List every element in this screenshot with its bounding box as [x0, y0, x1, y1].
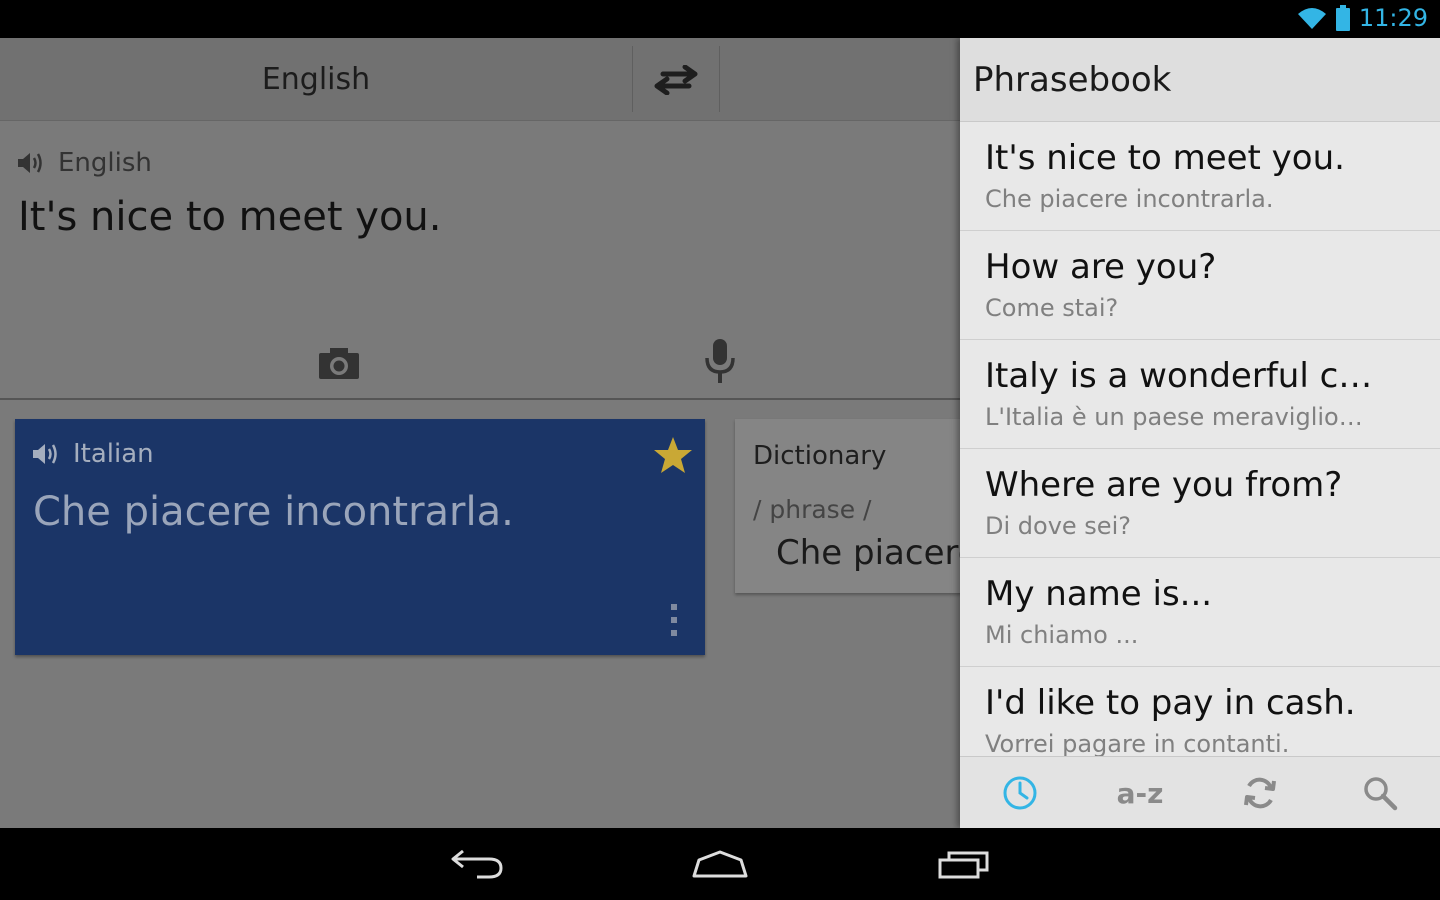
phrasebook-list[interactable]: It's nice to meet you. Che piacere incon… [960, 122, 1440, 756]
sort-alphabetical-button[interactable]: a-z [1080, 757, 1200, 828]
phrase-source: How are you? [985, 247, 1217, 287]
dictionary-title: Dictionary [753, 441, 887, 471]
phrasebook-item[interactable]: How are you? Come stai? [960, 231, 1440, 340]
input-language-label: English [58, 148, 152, 178]
search-icon [1364, 777, 1398, 811]
phrasebook-title: Phrasebook [973, 60, 1172, 100]
result-language-row: Italian [31, 439, 154, 469]
phrasebook-toolbar: a-z [960, 756, 1440, 828]
dictionary-entry: Che piacere incontrarla. [776, 533, 960, 573]
source-language-selector[interactable]: English [0, 38, 632, 121]
phrasebook-item[interactable]: Italy is a wonderful c… L'Italia è un pa… [960, 340, 1440, 449]
input-text[interactable]: It's nice to meet you. [18, 194, 441, 240]
phrasebook-item[interactable]: It's nice to meet you. Che piacere incon… [960, 122, 1440, 231]
status-bar: 11:29 [0, 0, 1440, 38]
navigation-bar [0, 828, 1440, 900]
speaker-icon[interactable] [16, 150, 44, 176]
home-icon [692, 850, 748, 878]
language-bar: English [0, 38, 960, 121]
more-options-button[interactable] [669, 603, 679, 637]
recent-apps-button[interactable] [924, 840, 1004, 888]
camera-button[interactable] [318, 346, 360, 380]
divider [719, 46, 720, 112]
phrase-source: I'd like to pay in cash. [985, 683, 1356, 723]
star-icon [654, 437, 692, 473]
phrase-translation: Di dove sei? [985, 512, 1131, 540]
phrase-source: Where are you from? [985, 465, 1343, 505]
home-button[interactable] [680, 840, 760, 888]
battery-icon [1335, 5, 1350, 31]
phrase-translation: Vorrei pagare in contanti. [985, 730, 1290, 756]
search-button[interactable] [1320, 757, 1440, 828]
phrase-source: My name is... [985, 574, 1213, 614]
star-button[interactable] [653, 435, 693, 475]
sync-icon [1244, 777, 1276, 809]
phrasebook-item[interactable]: I'd like to pay in cash. Vorrei pagare i… [960, 667, 1440, 756]
phrasebook-item[interactable]: Where are you from? Di dove sei? [960, 449, 1440, 558]
swap-arrows-icon [654, 64, 698, 95]
translate-app: English English It's nice to meet you. I… [0, 38, 960, 828]
phrasebook-panel: Phrasebook It's nice to meet you. Che pi… [960, 38, 1440, 828]
input-area[interactable]: English It's nice to meet you. [0, 122, 960, 400]
swap-languages-button[interactable] [633, 38, 719, 121]
back-button[interactable] [437, 840, 517, 888]
microphone-icon [705, 339, 735, 383]
input-language-row: English [16, 148, 152, 178]
status-icons: 11:29 [1297, 3, 1428, 33]
phrase-translation: Che piacere incontrarla. [985, 185, 1274, 213]
dictionary-card: Dictionary / phrase / Che piacere incont… [735, 419, 960, 593]
sync-button[interactable] [1200, 757, 1320, 828]
phrase-source: Italy is a wonderful c… [985, 356, 1373, 396]
clock-icon [1003, 776, 1037, 810]
overflow-menu-icon [671, 604, 677, 636]
speaker-icon[interactable] [31, 441, 59, 467]
phrasebook-item[interactable]: My name is... Mi chiamo ... [960, 558, 1440, 667]
back-icon [451, 849, 503, 879]
dictionary-part-of-speech: / phrase / [753, 495, 872, 524]
phrase-translation: Come stai? [985, 294, 1119, 322]
wifi-icon [1297, 8, 1326, 29]
microphone-button[interactable] [700, 338, 740, 384]
recent-apps-icon [938, 851, 989, 879]
az-label: a-z [1116, 776, 1164, 810]
result-text: Che piacere incontrarla. [33, 489, 514, 535]
phrase-translation: L'Italia è un paese meraviglio… [985, 403, 1363, 431]
sort-recent-button[interactable] [960, 757, 1080, 828]
phrase-source: It's nice to meet you. [985, 138, 1345, 178]
phrasebook-header: Phrasebook [960, 38, 1440, 122]
phrase-translation: Mi chiamo ... [985, 621, 1139, 649]
translation-result-card[interactable]: Italian Che piacere incontrarla. [15, 419, 705, 655]
result-language-label: Italian [73, 439, 154, 469]
camera-icon [319, 348, 359, 379]
clock: 11:29 [1358, 4, 1428, 32]
